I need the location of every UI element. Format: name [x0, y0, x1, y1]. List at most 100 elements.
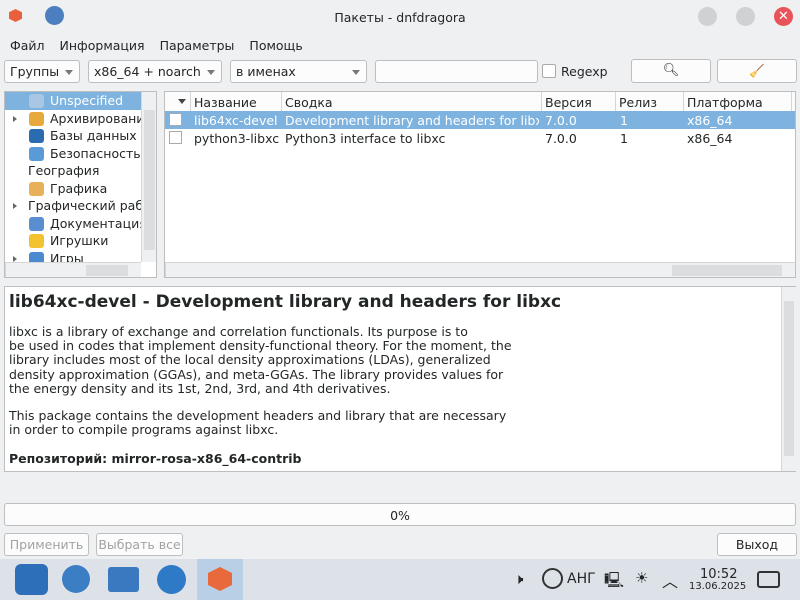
title-bar: Пакеты - dnfdragora ✕	[0, 0, 800, 34]
group-label: Unspecified	[50, 93, 124, 108]
apply-button[interactable]: Применить	[4, 533, 89, 556]
scrollbar-thumb[interactable]	[672, 265, 782, 276]
close-button[interactable]: ✕	[774, 7, 793, 26]
maximize-button[interactable]	[736, 7, 755, 26]
list-icon	[29, 94, 44, 108]
select-column-header[interactable]	[165, 92, 191, 111]
dnfdragora-icon	[208, 567, 232, 591]
horizontal-scrollbar[interactable]	[5, 262, 141, 277]
expand-arrow-icon[interactable]	[13, 115, 20, 122]
group-label: Безопасность	[50, 145, 141, 161]
group-label: Игры	[50, 250, 84, 263]
package-checkbox[interactable]	[169, 131, 182, 144]
column-summary[interactable]: Сводка	[282, 92, 542, 111]
network-icon[interactable]: 🖳	[604, 570, 624, 595]
sort-icon	[178, 99, 186, 104]
search-input[interactable]	[375, 60, 538, 83]
groups-tree: Unspecified Архивировани Базы данных Безопа…	[4, 91, 157, 278]
window-title: Пакеты - dnfdragora	[334, 10, 466, 25]
monitor-icon	[29, 146, 44, 161]
column-platform[interactable]: Платформа	[684, 92, 792, 111]
group-item[interactable]: Игры	[5, 250, 141, 263]
expand-arrow-icon[interactable]	[13, 255, 20, 262]
exit-button[interactable]: Выход	[717, 533, 797, 556]
brightness-icon[interactable]: ☀	[635, 569, 648, 587]
groups-value: Группы	[10, 64, 60, 79]
cell-arch: x86_64	[687, 113, 733, 128]
table-row[interactable]: lib64xc-devel Development library and hea…	[165, 111, 795, 129]
package-table: Название Сводка Версия Релиз Платформа Р…	[164, 91, 796, 278]
group-item[interactable]: Unspecified	[5, 92, 141, 110]
scrollbar-thumb[interactable]	[784, 301, 794, 456]
group-label: Графика	[50, 180, 108, 196]
group-item[interactable]: Графика	[5, 180, 141, 198]
column-version[interactable]: Версия	[542, 92, 616, 111]
file-manager-icon[interactable]	[108, 567, 139, 592]
clear-button[interactable]: 🧹	[717, 59, 797, 83]
dnfdragora-task[interactable]	[197, 559, 243, 600]
menu-file[interactable]: Файл	[10, 38, 45, 53]
cell-arch: x86_64	[687, 131, 733, 146]
regexp-label: Regexp	[561, 64, 608, 79]
expand-arrow-icon[interactable]	[13, 203, 20, 209]
volume-icon[interactable]: 🕨	[514, 570, 523, 588]
settings-icon[interactable]	[62, 565, 90, 593]
column-repo[interactable]: Р	[792, 92, 795, 111]
minimize-button[interactable]	[698, 7, 717, 26]
keyboard-layout[interactable]: АНГ	[567, 571, 596, 587]
arch-combo[interactable]: x86_64 + noarch	[88, 60, 222, 83]
group-item[interactable]: Базы данных	[5, 127, 141, 145]
package-checkbox[interactable]	[169, 113, 182, 126]
cell-release: 1	[620, 131, 628, 146]
regexp-checkbox[interactable]	[542, 64, 556, 78]
group-label: Графический рабо	[28, 198, 141, 213]
groups-combo[interactable]: Группы	[4, 60, 80, 83]
clock-date[interactable]: 13.06.2025	[689, 581, 746, 592]
table-row[interactable]: python3-libxc Python3 interface to libxc 7…	[165, 129, 795, 147]
chevron-down-icon	[207, 70, 215, 75]
group-item[interactable]: География	[5, 162, 141, 180]
details-repository: Репозиторий: mirror-rosa-x86_64-contrib	[9, 451, 302, 466]
progress-label: 0%	[390, 508, 410, 523]
search-button[interactable]: 🔍︎	[631, 59, 711, 83]
vertical-scrollbar[interactable]	[781, 287, 796, 471]
clock-time[interactable]: 10:52	[700, 567, 737, 582]
browser-icon[interactable]	[157, 565, 186, 594]
column-name[interactable]: Название	[191, 92, 282, 111]
smiley-icon	[29, 234, 44, 248]
column-release[interactable]: Релиз	[616, 92, 684, 111]
chevron-up-icon[interactable]: ︿	[662, 568, 678, 592]
group-label: Игрушки	[50, 233, 109, 248]
cell-summary: Python3 interface to libxc	[285, 131, 446, 146]
launcher-icon[interactable]	[15, 564, 48, 595]
taskbar: 🕨 АНГ 🖳 ☀ ︿ 10:52 13.06.2025	[0, 559, 800, 600]
details-title: lib64xc-devel - Development library and …	[9, 292, 562, 312]
cell-version: 7.0.0	[545, 113, 577, 128]
group-item[interactable]: Графический рабо	[5, 197, 141, 215]
search-in-combo[interactable]: в именах	[230, 60, 367, 83]
search-icon: 🔍︎	[662, 63, 680, 78]
cell-name: python3-libxc	[194, 131, 280, 146]
disc-icon[interactable]	[542, 568, 563, 589]
group-item[interactable]: Документация	[5, 215, 141, 233]
scrollbar-thumb[interactable]	[144, 110, 155, 250]
select-all-button[interactable]: Выбрать все	[96, 533, 183, 556]
group-label: Документация	[50, 215, 141, 231]
chevron-down-icon	[65, 70, 73, 75]
group-item[interactable]: Игрушки	[5, 232, 141, 250]
show-desktop-icon[interactable]	[757, 571, 780, 588]
menu-info[interactable]: Информация	[60, 38, 145, 53]
gamepad-icon	[29, 251, 44, 262]
details-description: libxc is a library of exchange and corre…	[9, 324, 512, 396]
scrollbar-thumb[interactable]	[86, 265, 128, 276]
group-item[interactable]: Безопасность	[5, 145, 141, 163]
group-label: География	[28, 163, 100, 178]
group-item[interactable]: Архивировани	[5, 110, 141, 128]
menu-help[interactable]: Помощь	[249, 38, 302, 53]
menu-settings[interactable]: Параметры	[160, 38, 235, 53]
cell-summary: Development library and headers for libx…	[285, 113, 539, 128]
menu-bar: Файл Информация Параметры Помощь	[0, 38, 304, 54]
horizontal-scrollbar[interactable]	[165, 262, 795, 277]
details-note: This package contains the development he…	[9, 408, 507, 438]
vertical-scrollbar[interactable]	[141, 92, 156, 262]
